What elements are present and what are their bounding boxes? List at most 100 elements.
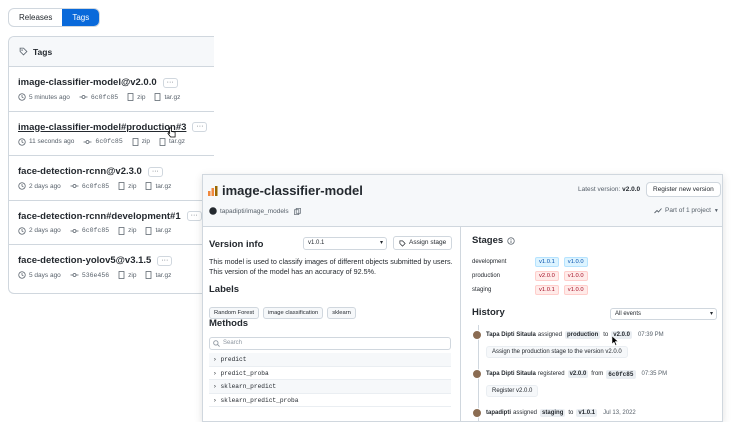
more-options-button[interactable]: ··· [186,211,202,221]
avatar [472,330,482,340]
commit-icon [70,228,79,233]
tags-header-label: Tags [33,46,53,57]
history-event: Tapa Dipti Sitaula registered v2.0.0 from 6… [472,369,667,379]
tar-icon [155,93,161,101]
clock-icon [18,93,26,101]
zip-link[interactable]: zip [142,138,150,145]
tag-time: 2 days ago [29,182,61,190]
releases-tab[interactable]: Releases [9,9,62,26]
copy-icon[interactable] [293,207,301,215]
methods-search-input[interactable]: Search [209,337,451,350]
tag-time: 5 days ago [29,271,61,279]
tar-link[interactable]: tar.gz [169,138,185,145]
model-title: image-classifier-model [222,183,363,198]
more-options-button[interactable]: ··· [157,255,173,266]
tag-name-link[interactable]: image-classifier-model@v2.0.0 [18,77,157,88]
version-select[interactable]: v1.0.1 ▾ [303,237,387,250]
clock-icon [18,137,26,146]
version-badge[interactable]: v1.0.0 [563,257,588,267]
label-pill: sklearn [327,307,356,319]
chevron-down-icon: ▾ [709,311,713,317]
tar-link[interactable]: tar.gz [155,183,171,190]
zip-link[interactable]: zip [128,227,136,234]
tag-name-link[interactable]: image-classifier-model#production#3 [18,122,186,133]
mouse-pointer-icon [612,336,619,346]
zip-link[interactable]: zip [128,272,136,279]
tar-icon [146,182,152,190]
github-icon [209,207,217,215]
labels-heading: Labels [209,284,240,295]
latest-version: Latest version: v2.0.0 [578,186,641,193]
tag-name-link[interactable]: face-detection-rcnn@v2.3.0 [18,166,142,177]
label-pill: image classification [262,307,324,319]
search-icon [213,340,220,347]
tags-tab[interactable]: Tags [62,9,100,26]
method-item[interactable]: › predict_proba [209,367,451,380]
method-item[interactable]: › predict [209,353,451,367]
repo-link[interactable]: tapadipti/image_models [209,207,304,215]
labels-list: Random Forest image classification sklearn [209,301,360,319]
commit-link[interactable]: 536e456 [82,272,109,279]
zip-icon [118,271,125,279]
commit-link[interactable]: 6c0fc85 [91,94,118,101]
clock-icon [18,271,26,279]
assign-stage-button[interactable]: Assign stage [393,236,453,250]
event-note: Register v2.0.0 [486,385,539,397]
commit-icon [70,273,79,277]
hand-cursor-icon [167,127,176,138]
tar-icon [146,271,152,279]
event-note: Assign the production stage to the versi… [486,346,628,358]
more-options-button[interactable]: ··· [162,77,178,88]
register-new-version-button[interactable]: Register new version [646,182,721,197]
zip-icon [132,137,139,146]
commit-link[interactable]: 6c0fc85 [95,138,122,145]
part-of-project-dropdown[interactable]: Part of 1 project ▼ [654,207,719,214]
tag-row: face-detection-yolov5@v3.1.5 ··· 5 days a… [9,245,214,290]
method-item[interactable]: › sklearn_predict_proba [209,394,451,407]
graph-icon [654,208,662,214]
releases-tags-toggle: Releases Tags [8,8,101,27]
tag-name-link[interactable]: face-detection-yolov5@v3.1.5 [18,255,151,266]
zip-link[interactable]: zip [137,94,145,101]
info-icon [507,236,515,245]
clock-icon [18,226,26,235]
commit-icon [79,95,88,99]
tags-header: Tags [9,37,214,67]
more-options-button[interactable]: ··· [147,166,163,177]
version-badge[interactable]: v2.0.0 [535,271,559,281]
version-description: This model is used to classify images of… [209,257,453,276]
tag-name-link[interactable]: face-detection-rcnn#development#1 [18,211,181,222]
model-header: image-classifier-model Latest version: v… [203,175,722,227]
tag-row: face-detection-rcnn@v2.3.0 ··· 2 days ago… [9,156,214,201]
version-info-heading: Version info [209,239,264,250]
version-badge[interactable]: v1.0.0 [563,285,588,295]
commit-link[interactable]: 6c0fc85 [82,183,109,190]
commit-icon [70,184,79,188]
history-heading: History [472,307,505,318]
stage-row-production: production v2.0.0 v1.0.0 [472,271,593,281]
commit-link[interactable]: 6c0fc85 [82,227,109,234]
methods-list: › predict › predict_proba › sklearn_pred… [209,353,451,407]
version-badge[interactable]: v1.0.1 [535,285,559,295]
zip-icon [127,93,134,101]
method-item[interactable]: › sklearn_predict [209,380,451,394]
methods-heading: Methods [209,318,249,329]
stages-heading: Stages [472,235,515,246]
tag-row: face-detection-rcnn#development#1 ··· 2 d… [9,201,214,245]
tar-link[interactable]: tar.gz [155,272,171,279]
tar-icon [159,137,166,146]
version-info-section: Version info v1.0.1 ▾ Assign stage This m… [203,227,461,421]
chevron-down-icon: ▼ [713,207,719,214]
zip-link[interactable]: zip [128,183,136,190]
commit-icon [83,139,92,144]
tag-icon [399,240,406,247]
tar-link[interactable]: tar.gz [155,227,171,234]
version-badge[interactable]: v1.0.1 [535,257,559,267]
version-badge[interactable]: v1.0.0 [563,271,588,281]
tar-link[interactable]: tar.gz [164,94,180,101]
events-filter-select[interactable]: All events ▾ [610,308,717,320]
tag-time: 2 days ago [29,227,61,234]
more-options-button[interactable]: ··· [192,122,208,132]
chevron-down-icon: ▾ [379,240,383,246]
tag-row: image-classifier-model@v2.0.0 ··· 5 minut… [9,67,214,112]
